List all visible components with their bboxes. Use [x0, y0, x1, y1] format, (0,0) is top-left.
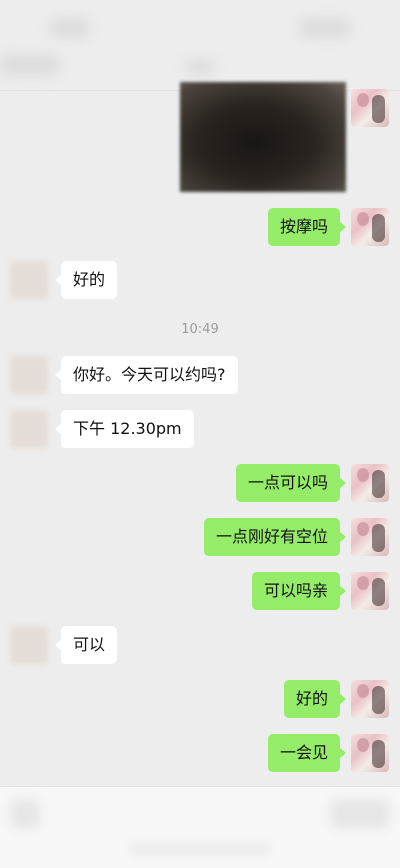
contact-avatar[interactable]: [10, 261, 48, 299]
message-bubble[interactable]: 可以吗亲: [251, 572, 347, 610]
home-indicator: [130, 845, 270, 853]
message-bubble[interactable]: 可以: [54, 626, 118, 664]
message-bubble[interactable]: 好的: [283, 680, 347, 718]
message-bubble[interactable]: 按摩吗: [267, 208, 347, 246]
message-bubble[interactable]: 下午 12.30pm: [55, 410, 194, 448]
self-avatar[interactable]: [351, 572, 389, 610]
contact-avatar[interactable]: [10, 356, 48, 394]
timestamp: 10:49: [181, 322, 219, 337]
more-button[interactable]: [300, 18, 350, 38]
voice-icon[interactable]: [10, 799, 40, 829]
message-bubble[interactable]: 一点可以吗: [235, 464, 347, 502]
self-avatar[interactable]: [351, 208, 389, 246]
self-avatar[interactable]: [351, 734, 389, 772]
message-bubble[interactable]: 好的: [54, 261, 118, 299]
image-message[interactable]: [180, 82, 346, 192]
message-bubble[interactable]: 一点刚好有空位: [203, 518, 347, 556]
more-icon[interactable]: [330, 799, 390, 829]
back-button[interactable]: [50, 18, 90, 38]
chat-header: [0, 0, 400, 91]
self-avatar[interactable]: [351, 464, 389, 502]
input-bar: [0, 786, 400, 868]
message-bubble[interactable]: 你好。今天可以约吗?: [55, 356, 238, 394]
contact-avatar[interactable]: [10, 626, 48, 664]
self-avatar[interactable]: [351, 89, 389, 127]
message-bubble[interactable]: 一会见: [267, 734, 347, 772]
self-avatar[interactable]: [351, 518, 389, 556]
contact-avatar[interactable]: [10, 410, 48, 448]
self-avatar[interactable]: [351, 680, 389, 718]
header-title: [185, 60, 215, 74]
header-banner: [0, 55, 60, 75]
